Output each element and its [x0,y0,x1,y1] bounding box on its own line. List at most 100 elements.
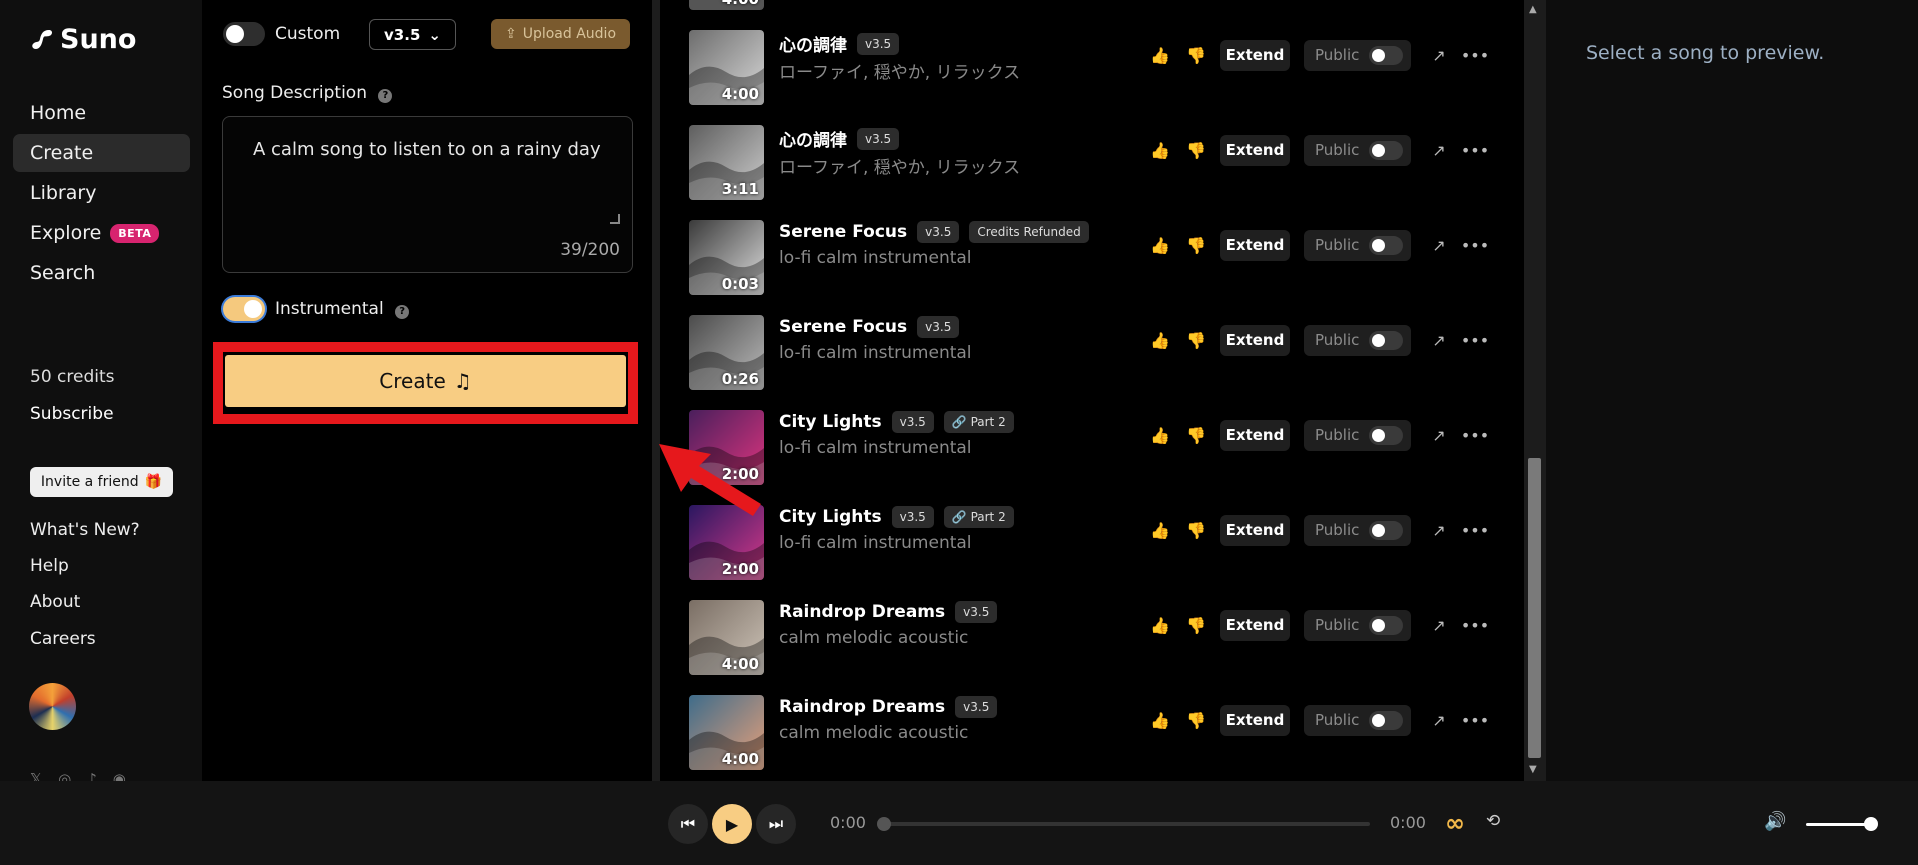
like-icon[interactable]: 👍 [1142,229,1178,261]
extend-button[interactable]: Extend [1220,419,1290,451]
extend-button[interactable]: Extend [1220,609,1290,641]
song-thumbnail[interactable]: 4:00 [689,695,764,770]
public-switch[interactable] [1369,425,1404,445]
public-toggle[interactable]: Public [1304,134,1411,166]
resize-handle-icon[interactable] [610,214,620,224]
song-thumbnail[interactable]: 0:03 [689,220,764,295]
nav-create[interactable]: Create [13,134,190,172]
like-icon[interactable]: 👍 [1142,704,1178,736]
more-options-icon[interactable]: ••• [1457,514,1493,546]
public-toggle[interactable]: Public [1304,704,1411,736]
user-avatar[interactable] [29,683,76,730]
public-switch[interactable] [1369,615,1404,635]
tiktok-icon[interactable]: ♪ [87,770,97,781]
dislike-icon[interactable]: 👎 [1178,324,1214,356]
extend-button[interactable]: Extend [1220,229,1290,261]
next-track-button[interactable]: ⏭ [756,804,796,844]
song-thumbnail[interactable]: 4:00 [689,600,764,675]
song-row[interactable]: 4:00 心の調律 v3.5 ローファイ, 穏やか, リラックス 👍 👎 Ext… [660,30,1524,125]
volume-handle[interactable] [1864,817,1878,831]
song-title[interactable]: Raindrop Dreams v3.5 [779,601,998,623]
upload-audio-button[interactable]: ⇪ Upload Audio [491,19,630,49]
public-toggle[interactable]: Public [1304,324,1411,356]
instrumental-toggle[interactable] [223,297,265,321]
public-switch[interactable] [1369,235,1404,255]
more-options-icon[interactable]: ••• [1457,324,1493,356]
song-description-input[interactable]: A calm song to listen to on a rainy day … [222,116,633,273]
version-select[interactable]: v3.5 ⌄ [369,19,456,50]
song-thumbnail[interactable]: 0:26 [689,315,764,390]
help-icon[interactable]: ? [378,89,393,103]
song-row[interactable]: 4:00 Raindrop Dreams v3.5 calm melodic a… [660,695,1524,781]
song-title[interactable]: Serene Focus v3.5 Credits Refunded [779,221,1089,243]
public-switch[interactable] [1369,45,1404,65]
nav-home[interactable]: Home [13,94,190,132]
song-thumbnail[interactable]: 4:00 [689,0,764,10]
share-icon[interactable]: ↗ [1421,324,1457,356]
dislike-icon[interactable]: 👎 [1178,419,1214,451]
like-icon[interactable]: 👍 [1142,514,1178,546]
share-icon[interactable]: ↗ [1421,419,1457,451]
more-options-icon[interactable]: ••• [1457,419,1493,451]
share-icon[interactable]: ↗ [1421,229,1457,261]
extend-button[interactable]: Extend [1220,704,1290,736]
song-row[interactable]: 2:00 City Lights v3.5 🔗 Part 2 lo-fi cal… [660,410,1524,505]
public-toggle[interactable]: Public [1304,419,1411,451]
dislike-icon[interactable]: 👎 [1178,134,1214,166]
dislike-icon[interactable]: 👎 [1178,229,1214,261]
nav-library[interactable]: Library [13,174,190,212]
careers-link[interactable]: Careers [30,629,96,649]
more-options-icon[interactable]: ••• [1457,229,1493,261]
custom-toggle[interactable] [223,22,265,46]
like-icon[interactable]: 👍 [1142,134,1178,166]
x-icon[interactable]: 𝕏 [30,770,42,781]
song-tag-badge[interactable]: Credits Refunded [969,221,1089,243]
dislike-icon[interactable]: 👎 [1178,39,1214,71]
public-switch[interactable] [1369,140,1404,160]
loop-icon[interactable]: ∞ [1445,809,1465,837]
song-row[interactable]: 0:03 Serene Focus v3.5 Credits Refunded … [660,220,1524,315]
repeat-icon[interactable]: ⟲ [1486,811,1500,831]
more-options-icon[interactable]: ••• [1457,39,1493,71]
like-icon[interactable]: 👍 [1142,324,1178,356]
suno-logo[interactable]: Suno [30,24,136,55]
scrollbar-thumb[interactable] [1528,458,1541,758]
panel-divider[interactable] [652,0,660,781]
song-title[interactable]: Raindrop Dreams v3.5 [779,696,998,718]
progress-handle[interactable] [877,817,891,831]
share-icon[interactable]: ↗ [1421,609,1457,641]
song-row[interactable]: 3:11 心の調律 v3.5 ローファイ, 穏やか, リラックス 👍 👎 Ext… [660,125,1524,220]
song-row[interactable]: 0:26 Serene Focus v3.5 lo-fi calm instru… [660,315,1524,410]
song-tag-badge[interactable]: 🔗 Part 2 [943,411,1014,433]
more-options-icon[interactable]: ••• [1457,609,1493,641]
invite-friend-button[interactable]: Invite a friend 🎁 [30,467,173,497]
whats-new-link[interactable]: What's New? [30,520,140,540]
nav-search[interactable]: Search [13,254,190,292]
like-icon[interactable]: 👍 [1142,609,1178,641]
page-scrollbar[interactable] [1906,0,1918,781]
public-switch[interactable] [1369,710,1404,730]
previous-track-button[interactable]: ⏮ [668,804,708,844]
public-toggle[interactable]: Public [1304,39,1411,71]
song-tag-badge[interactable]: 🔗 Part 2 [943,506,1014,528]
public-toggle[interactable]: Public [1304,609,1411,641]
scroll-down-icon[interactable]: ▼ [1529,764,1537,775]
instagram-icon[interactable]: ◎ [58,770,71,781]
like-icon[interactable]: 👍 [1142,39,1178,71]
more-options-icon[interactable]: ••• [1457,134,1493,166]
create-button[interactable]: Create ♫ [225,355,626,407]
song-row[interactable]: 2:00 City Lights v3.5 🔗 Part 2 lo-fi cal… [660,505,1524,600]
share-icon[interactable]: ↗ [1421,514,1457,546]
song-thumbnail[interactable]: 4:00 [689,30,764,105]
like-icon[interactable]: 👍 [1142,419,1178,451]
nav-explore[interactable]: Explore BETA [13,214,190,252]
scroll-up-icon[interactable]: ▲ [1529,4,1537,15]
discord-icon[interactable]: ◉ [113,770,126,781]
public-switch[interactable] [1369,330,1404,350]
dislike-icon[interactable]: 👎 [1178,514,1214,546]
dislike-icon[interactable]: 👎 [1178,609,1214,641]
song-list-scrollbar[interactable]: ▲ ▼ [1524,0,1546,781]
extend-button[interactable]: Extend [1220,39,1290,71]
song-thumbnail[interactable]: 3:11 [689,125,764,200]
dislike-icon[interactable]: 👎 [1178,704,1214,736]
